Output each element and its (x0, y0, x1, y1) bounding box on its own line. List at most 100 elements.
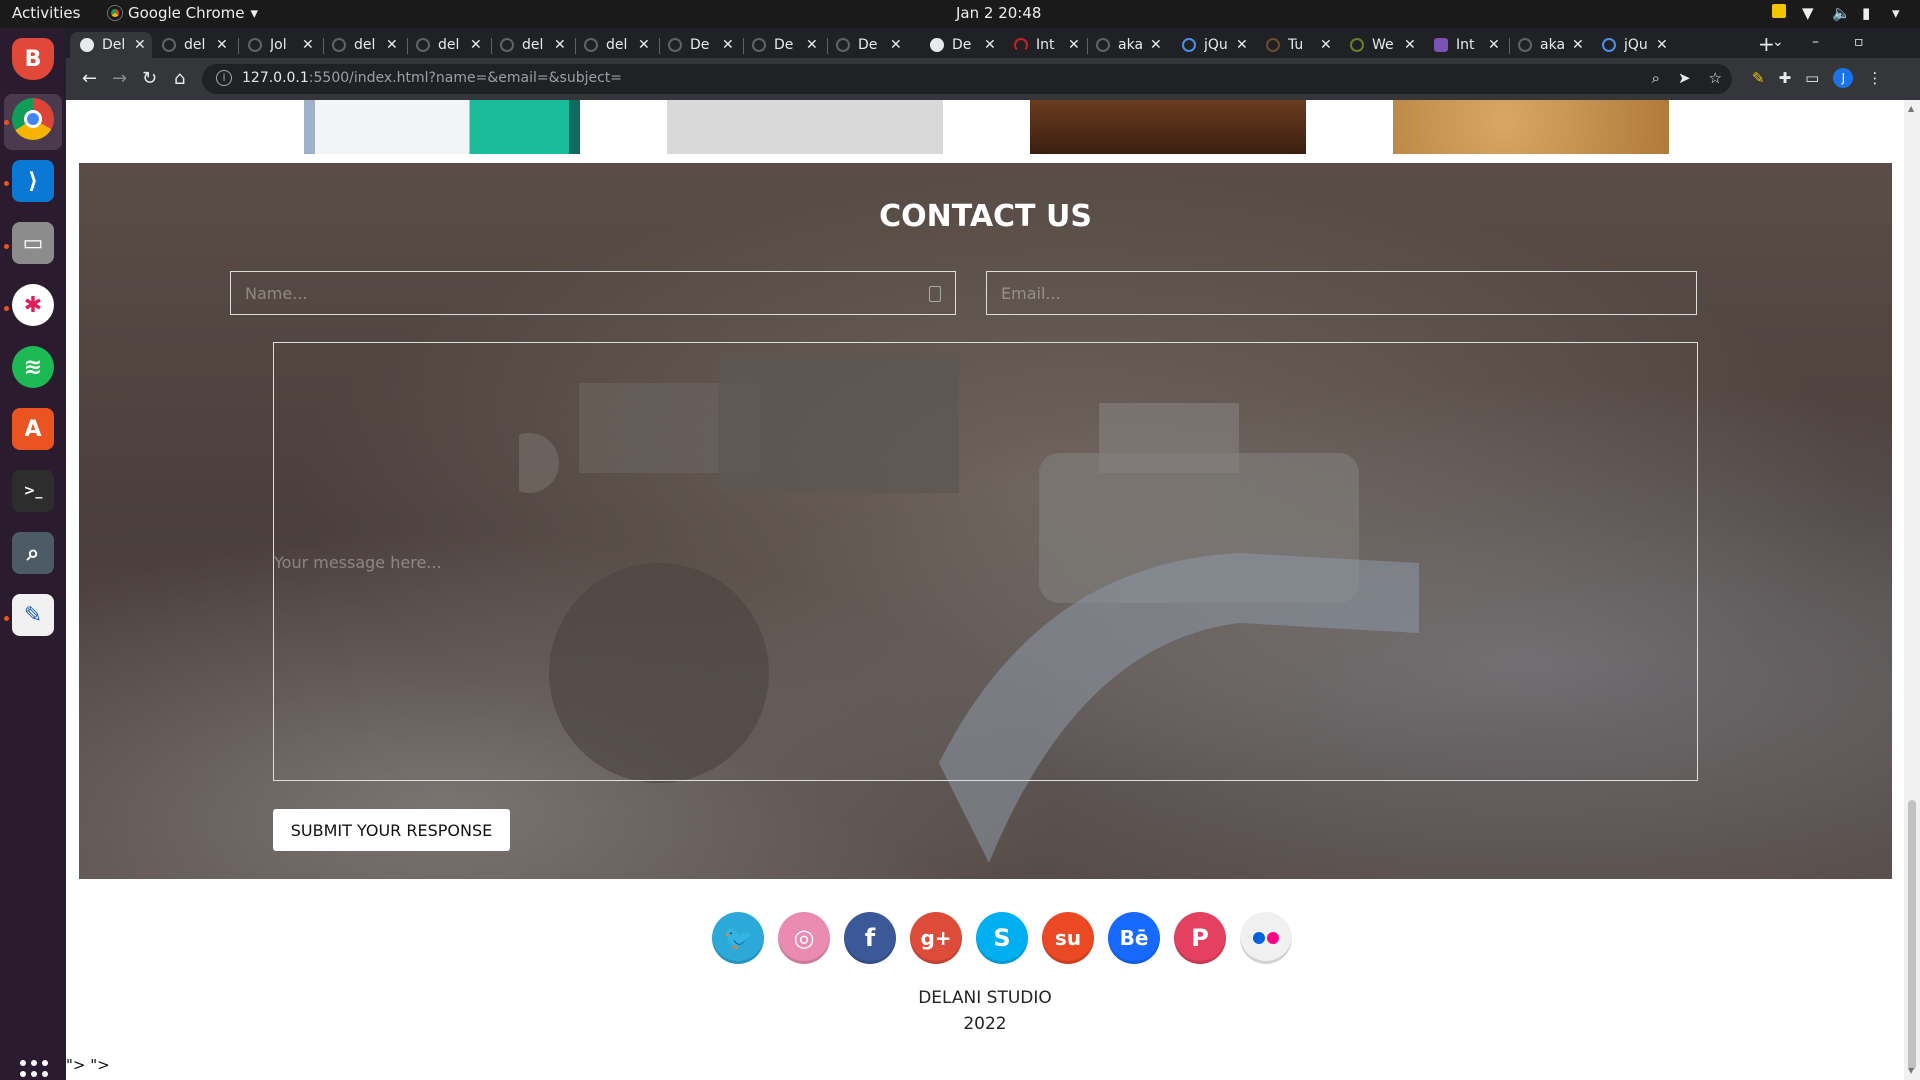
browser-tab[interactable]: del ✕ (584, 32, 650, 58)
battery-icon[interactable]: ▮ (1862, 4, 1876, 22)
browser-tab[interactable]: Int ✕ (1434, 32, 1500, 58)
address-url[interactable]: 127.0.0.1:5500/index.html?name=&email=&s… (242, 70, 622, 86)
wifi-icon[interactable]: ▼ (1802, 4, 1816, 22)
more-menu-icon[interactable]: ⋮ (1867, 69, 1882, 87)
restore-icon[interactable]: ▫ (1854, 34, 1864, 50)
reload-icon[interactable]: ↻ (142, 68, 157, 89)
portfolio-thumbnail[interactable] (1393, 100, 1669, 154)
tab-search-chevron-icon[interactable]: ⌄ (1772, 34, 1784, 50)
activities-button[interactable]: Activities (12, 4, 80, 22)
close-tab-icon[interactable]: ✕ (216, 37, 228, 53)
terminal-icon[interactable]: >_ (12, 470, 54, 512)
address-bar[interactable]: i 127.0.0.1:5500/index.html?name=&email=… (202, 64, 1732, 94)
browser-tab[interactable]: Tu ✕ (1266, 32, 1332, 58)
back-arrow-icon[interactable]: ← (82, 68, 97, 89)
browser-tab[interactable]: jQu ✕ (1602, 32, 1668, 58)
close-tab-icon[interactable]: ✕ (984, 37, 996, 53)
scroll-down-arrow-icon[interactable]: ▼ (1908, 1066, 1914, 1075)
browser-tab[interactable]: aka ✕ (1518, 32, 1584, 58)
browser-tab[interactable]: We ✕ (1350, 32, 1416, 58)
scrollbar-thumb[interactable] (1908, 800, 1916, 1070)
app-menu-label: Google Chrome (128, 4, 245, 22)
app-menu[interactable]: Google Chrome ▾ (108, 4, 258, 22)
send-icon[interactable]: ➤ (1678, 69, 1691, 87)
vscode-icon[interactable]: ⟩ (12, 160, 54, 202)
close-tab-icon[interactable]: ✕ (386, 37, 398, 53)
extensions-puzzle-icon[interactable]: ✚ (1779, 69, 1792, 87)
close-tab-icon[interactable]: ✕ (1656, 37, 1668, 53)
volume-icon[interactable]: 🔈 (1832, 4, 1851, 22)
close-tab-icon[interactable]: ✕ (1488, 37, 1500, 53)
tab-strip: Del ✕ del ✕ Jol ✕ del ✕ del ✕ del ✕ del ✕ De ✕ D… (66, 28, 1920, 58)
close-tab-icon[interactable]: ✕ (638, 37, 650, 53)
close-tab-icon[interactable]: ✕ (302, 37, 314, 53)
portfolio-thumbnail[interactable] (1030, 100, 1306, 154)
show-applications-icon[interactable] (20, 1060, 48, 1080)
close-tab-icon[interactable]: ✕ (890, 37, 902, 53)
close-tab-icon[interactable]: ✕ (806, 37, 818, 53)
twitter-icon[interactable]: 🐦 (712, 912, 764, 964)
behance-icon[interactable]: Bē (1108, 912, 1160, 964)
brave-browser-icon[interactable]: B (12, 38, 54, 80)
chrome-dock-icon[interactable] (12, 98, 54, 140)
name-input[interactable]: Name... (230, 271, 956, 315)
browser-tab[interactable]: del ✕ (332, 32, 398, 58)
stumbleupon-icon[interactable]: su (1042, 912, 1094, 964)
close-tab-icon[interactable]: ✕ (1404, 37, 1416, 53)
browser-tab[interactable]: De ✕ (836, 32, 902, 58)
browser-tab[interactable]: Del ✕ (70, 32, 152, 58)
system-tray[interactable]: ▼ 🔈 ▮ ▾ (1772, 4, 1906, 22)
site-info-icon[interactable]: i (216, 70, 232, 86)
close-tab-icon[interactable]: ✕ (554, 37, 566, 53)
email-input[interactable]: Email... (986, 271, 1697, 315)
browser-tab[interactable]: del ✕ (162, 32, 228, 58)
spotify-icon[interactable]: ≋ (12, 346, 54, 388)
browser-tab[interactable]: De ✕ (668, 32, 734, 58)
forward-arrow-icon[interactable]: → (112, 68, 127, 89)
slack-icon[interactable]: ✱ (12, 284, 54, 326)
facebook-icon[interactable]: f (844, 912, 896, 964)
files-icon[interactable]: ▭ (12, 222, 54, 264)
skype-icon[interactable]: S (976, 912, 1028, 964)
profile-avatar[interactable]: J (1833, 68, 1854, 88)
message-textarea[interactable]: Your message here... (273, 342, 1698, 781)
close-tab-icon[interactable]: ✕ (1236, 37, 1248, 53)
scroll-up-arrow-icon[interactable]: ▲ (1908, 104, 1914, 113)
zoom-icon[interactable]: ⌕ (1652, 69, 1660, 87)
close-tab-icon[interactable]: ✕ (1150, 37, 1162, 53)
close-tab-icon[interactable]: ✕ (1068, 37, 1080, 53)
search-tool-icon[interactable]: ⌕ (12, 532, 54, 574)
browser-tab[interactable]: Int ✕ (1014, 32, 1080, 58)
portfolio-thumbnail[interactable] (304, 100, 580, 154)
pinterest-icon[interactable]: P (1174, 912, 1226, 964)
extension-pen-icon[interactable]: ✎ (1752, 69, 1765, 87)
browser-tab[interactable]: del ✕ (500, 32, 566, 58)
browser-tab[interactable]: De ✕ (930, 32, 996, 58)
close-tab-icon[interactable]: ✕ (722, 37, 734, 53)
cast-icon[interactable]: ▭ (1805, 69, 1819, 87)
clock[interactable]: Jan 2 20:48 (956, 4, 1041, 22)
browser-tab[interactable]: jQu ✕ (1182, 32, 1248, 58)
minimize-icon[interactable]: – (1812, 34, 1819, 50)
close-tab-icon[interactable]: ✕ (470, 37, 482, 53)
portfolio-thumbnail[interactable] (667, 100, 943, 154)
home-icon[interactable]: ⌂ (174, 68, 185, 89)
bookmark-star-icon[interactable]: ☆ (1709, 69, 1722, 87)
power-menu-icon[interactable]: ▾ (1892, 4, 1906, 22)
notes-icon[interactable] (1772, 4, 1786, 18)
browser-tab[interactable]: del ✕ (416, 32, 482, 58)
autofill-icon[interactable] (929, 286, 941, 302)
flickr-icon[interactable] (1240, 912, 1292, 964)
software-center-icon[interactable]: A (12, 408, 54, 450)
dribbble-icon[interactable]: ◎ (778, 912, 830, 964)
text-editor-icon[interactable]: ✎ (12, 594, 54, 636)
google-plus-icon[interactable]: g+ (910, 912, 962, 964)
submit-button[interactable]: SUBMIT YOUR RESPONSE (273, 809, 510, 851)
close-tab-icon[interactable]: ✕ (1572, 37, 1584, 53)
close-tab-icon[interactable]: ✕ (134, 37, 146, 53)
browser-tab[interactable]: Jol ✕ (248, 32, 314, 58)
page-scrollbar[interactable]: ▲ ▼ (1904, 100, 1920, 1080)
browser-tab[interactable]: De ✕ (752, 32, 818, 58)
browser-tab[interactable]: aka ✕ (1096, 32, 1162, 58)
close-tab-icon[interactable]: ✕ (1320, 37, 1332, 53)
